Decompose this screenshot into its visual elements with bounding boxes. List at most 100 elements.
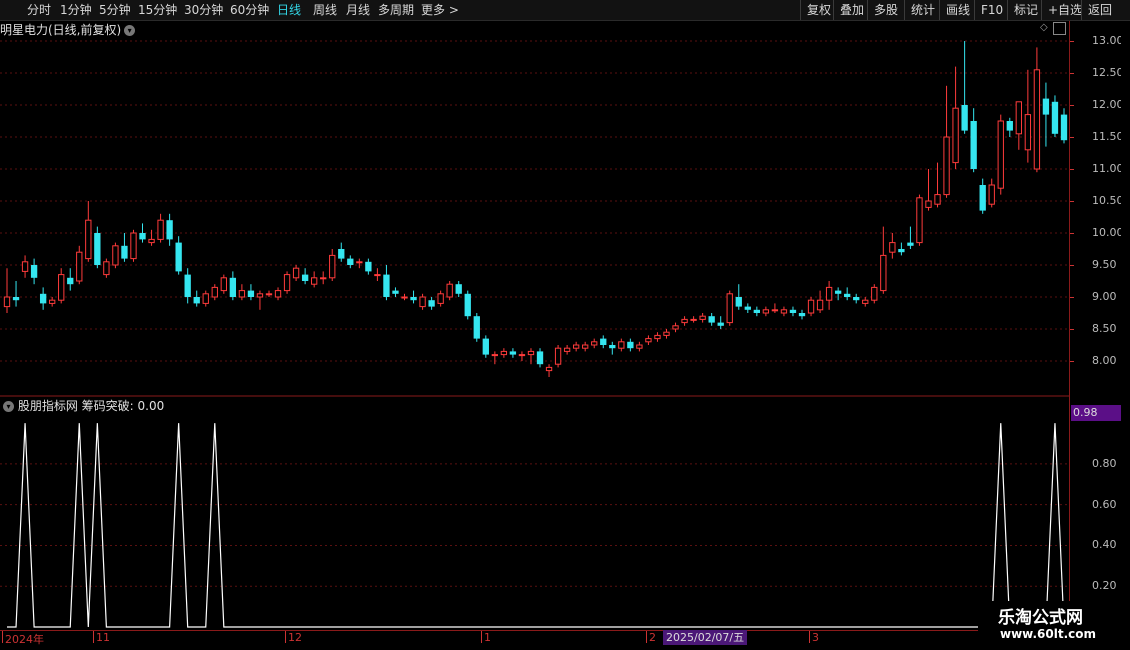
candle-body-down [1006, 121, 1013, 131]
candle-body-up [211, 286, 218, 298]
candle-body-up [934, 194, 941, 205]
candle-body-down [12, 297, 20, 301]
candle-body-up [880, 254, 887, 292]
candle-body-down [1060, 114, 1068, 141]
candle-body-down [1042, 98, 1050, 115]
candle-body-up [871, 286, 878, 301]
x-tick-mark [809, 631, 810, 643]
candle-body-down [798, 313, 806, 317]
candle-body-up [807, 299, 815, 314]
candle-body-down [744, 306, 751, 310]
x-tick-mark [2, 631, 3, 643]
y-tick-mark [1070, 169, 1074, 170]
x-tick-mark [93, 631, 94, 643]
candle-body-down [600, 338, 607, 345]
candle-body-down [735, 297, 742, 307]
candle-body-down [139, 233, 146, 240]
candle-body-up [85, 219, 92, 260]
candle-body-up [58, 274, 65, 301]
candle-body-up [825, 286, 833, 301]
candle-body-down [365, 261, 372, 272]
candle-body-down [247, 290, 255, 297]
candle-body-up [265, 293, 273, 296]
candle-body-up [329, 254, 336, 279]
candle-body-down [184, 274, 191, 297]
candle-body-up [654, 334, 661, 340]
candle-body-up [943, 136, 950, 196]
price-chart [0, 21, 1070, 631]
candle-body-up [112, 245, 119, 266]
y-tick-label: 11.00 [1092, 162, 1124, 175]
candle-body-down [338, 249, 345, 259]
candle-body-down [753, 309, 760, 313]
right-info-strip [1121, 21, 1130, 631]
chevron-down-icon[interactable]: ▾ [3, 401, 14, 412]
cursor-date-badge: 2025/02/07/五 [663, 630, 748, 645]
candle-body-up [76, 251, 83, 282]
candle-body-up [726, 293, 733, 324]
candle-body-down [175, 242, 182, 272]
candle-body-down [509, 351, 517, 355]
candle-body-up [356, 261, 363, 264]
y-axis-right: 13.00 12.50 12.00 11.50 11.00 10.50 10.00 9.50 9… [1070, 21, 1124, 631]
candle-body-up [3, 296, 11, 308]
candle-body-up [157, 219, 164, 240]
candle-body-up [645, 338, 652, 343]
candle-body-down [347, 258, 354, 265]
candle-body-down [455, 284, 462, 294]
x-tick-label: 3 [812, 631, 819, 644]
y-tick-mark [1070, 233, 1074, 234]
candle-body-up [148, 238, 155, 244]
candle-body-down [536, 351, 544, 365]
candle-body-up [690, 318, 697, 321]
candle-body-up [997, 120, 1004, 189]
y-tick-mark [1070, 41, 1074, 42]
candle-body-down [970, 121, 977, 169]
candle-body-down [627, 341, 634, 349]
x-tick-label: 2024年 [5, 633, 44, 646]
candle-body-up [401, 296, 408, 299]
candle-body-down [834, 290, 842, 294]
candle-body-down [482, 338, 489, 355]
candle-body-up [1024, 114, 1032, 151]
candle-body-up [256, 293, 264, 298]
candle-body-down [121, 245, 128, 259]
candle-body-up [311, 277, 318, 285]
candle-body-up [437, 293, 444, 304]
candle-body-down [428, 300, 435, 307]
y-tick-label: 11.50 [1092, 130, 1124, 143]
candle-body-down [717, 322, 724, 326]
candle-body-up [636, 344, 643, 349]
y-tick-mark [1070, 297, 1074, 298]
candle-body-up [292, 267, 300, 279]
candle-body-up [672, 325, 679, 330]
candle-body-down [392, 290, 399, 294]
watermark-logo: 乐淘公式网 www.60lt.com [978, 601, 1130, 648]
candle-body-up [771, 309, 779, 312]
watermark-line1: 乐淘公式网 [998, 608, 1083, 628]
candle-body-down [609, 345, 616, 349]
candle-body-down [853, 297, 860, 301]
candle-body-up [49, 299, 56, 304]
candle-body-up [862, 299, 869, 304]
candle-body-up [500, 350, 508, 356]
candle-body-down [166, 220, 173, 240]
candle-body-up [419, 296, 426, 308]
candle-body-down [383, 274, 390, 297]
x-axis: 2024年 11 12 1 2 3 [0, 631, 1070, 646]
y-tick-mark [1070, 137, 1074, 138]
candle-body-down [844, 293, 851, 297]
indicator-header: ▾ 股朋指标网 筹码突破: 0.00 [0, 397, 164, 415]
sub-y-tick-label: 0.60 [1092, 497, 1117, 511]
candle-body-down [979, 185, 986, 211]
y-tick-label: 12.00 [1092, 98, 1124, 111]
candle-body-down [30, 265, 38, 278]
y-tick-mark [1070, 361, 1074, 362]
candle-body-up [572, 344, 580, 349]
tool-button-8[interactable]: 返回 [1081, 0, 1112, 20]
signal-line [7, 423, 1065, 628]
candle-body-down [473, 316, 480, 339]
watermark-line2: www.60lt.com [1000, 627, 1097, 641]
candle-body-up [130, 232, 137, 260]
candle-body-down [410, 297, 417, 301]
